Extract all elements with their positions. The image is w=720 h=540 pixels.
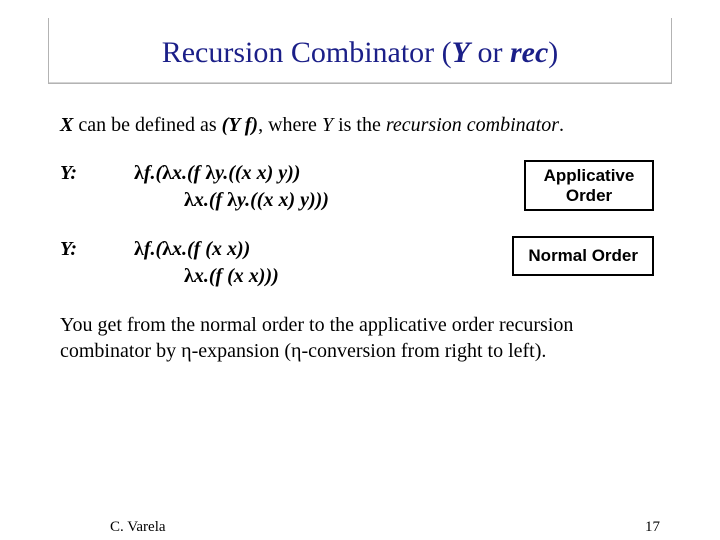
intro-yvar: Y bbox=[322, 114, 333, 136]
title-post: ) bbox=[548, 36, 558, 69]
box-applicative-l1: Applicative bbox=[544, 166, 635, 185]
f1e: y.((x x) y))) bbox=[237, 189, 329, 211]
formula-normal-line2: λx.(f (x x))) bbox=[134, 263, 500, 290]
intro-t2: , where bbox=[258, 114, 322, 136]
f1c: y.((x x) y)) bbox=[215, 162, 300, 184]
outro-t3: -conversion from right to left). bbox=[301, 340, 546, 362]
slide: Recursion Combinator (Y or rec) X can be… bbox=[0, 18, 720, 540]
y-label-2: Y: bbox=[60, 236, 134, 262]
intro-line: X can be defined as (Y f), where Y is th… bbox=[60, 112, 660, 138]
outro-t2: -expansion ( bbox=[192, 340, 291, 362]
box-applicative-order: Applicative Order bbox=[524, 160, 654, 211]
intro-t1: can be defined as bbox=[73, 114, 221, 136]
lambda-icon: λ bbox=[162, 238, 172, 260]
intro-period: . bbox=[559, 114, 564, 136]
f1b: x.(f bbox=[172, 162, 205, 184]
lambda-icon: λ bbox=[162, 162, 172, 184]
definition-applicative: Y: λf.(λx.(f λy.((x x) y)) λx.(f λy.((x … bbox=[60, 160, 660, 214]
footer-page-number: 17 bbox=[645, 519, 660, 536]
intro-x: X bbox=[60, 114, 73, 136]
eta-icon: η bbox=[181, 340, 191, 362]
box-normal-label: Normal Order bbox=[528, 246, 638, 265]
title-mid: or bbox=[470, 36, 510, 69]
lambda-icon: λ bbox=[134, 162, 144, 184]
f2b: x.(f (x x)) bbox=[172, 238, 250, 260]
box-normal-order: Normal Order bbox=[512, 236, 654, 276]
box-applicative-l2: Order bbox=[566, 186, 612, 205]
f2c: x.(f (x x))) bbox=[194, 265, 279, 287]
f1d: x.(f bbox=[194, 189, 227, 211]
title-rec: rec bbox=[510, 36, 548, 69]
intro-yf: (Y f) bbox=[222, 114, 258, 136]
outro-text: You get from the normal order to the app… bbox=[60, 312, 660, 364]
slide-body: X can be defined as (Y f), where Y is th… bbox=[0, 84, 720, 364]
title-box: Recursion Combinator (Y or rec) bbox=[48, 18, 672, 84]
lambda-icon: λ bbox=[184, 265, 194, 287]
slide-title: Recursion Combinator (Y or rec) bbox=[59, 36, 661, 69]
f2a: f.( bbox=[144, 238, 162, 260]
slide-footer: C. Varela 17 bbox=[0, 519, 720, 536]
lambda-icon: λ bbox=[184, 189, 194, 211]
lambda-icon: λ bbox=[227, 189, 237, 211]
definition-normal: Y: λf.(λx.(f (x x)) λx.(f (x x))) Normal… bbox=[60, 236, 660, 290]
y-label-1: Y: bbox=[60, 160, 134, 186]
eta-icon: η bbox=[291, 340, 301, 362]
title-pre: Recursion Combinator ( bbox=[162, 36, 452, 69]
intro-rc: recursion combinator bbox=[386, 114, 559, 136]
lambda-icon: λ bbox=[134, 238, 144, 260]
title-y: Y bbox=[452, 36, 470, 69]
formula-applicative: λf.(λx.(f λy.((x x) y)) λx.(f λy.((x x) … bbox=[134, 160, 512, 214]
formula-applicative-line2: λx.(f λy.((x x) y))) bbox=[134, 187, 512, 214]
intro-t3: is the bbox=[333, 114, 386, 136]
formula-normal: λf.(λx.(f (x x)) λx.(f (x x))) bbox=[134, 236, 500, 290]
footer-author: C. Varela bbox=[110, 519, 166, 536]
f1a: f.( bbox=[144, 162, 162, 184]
lambda-icon: λ bbox=[205, 162, 215, 184]
